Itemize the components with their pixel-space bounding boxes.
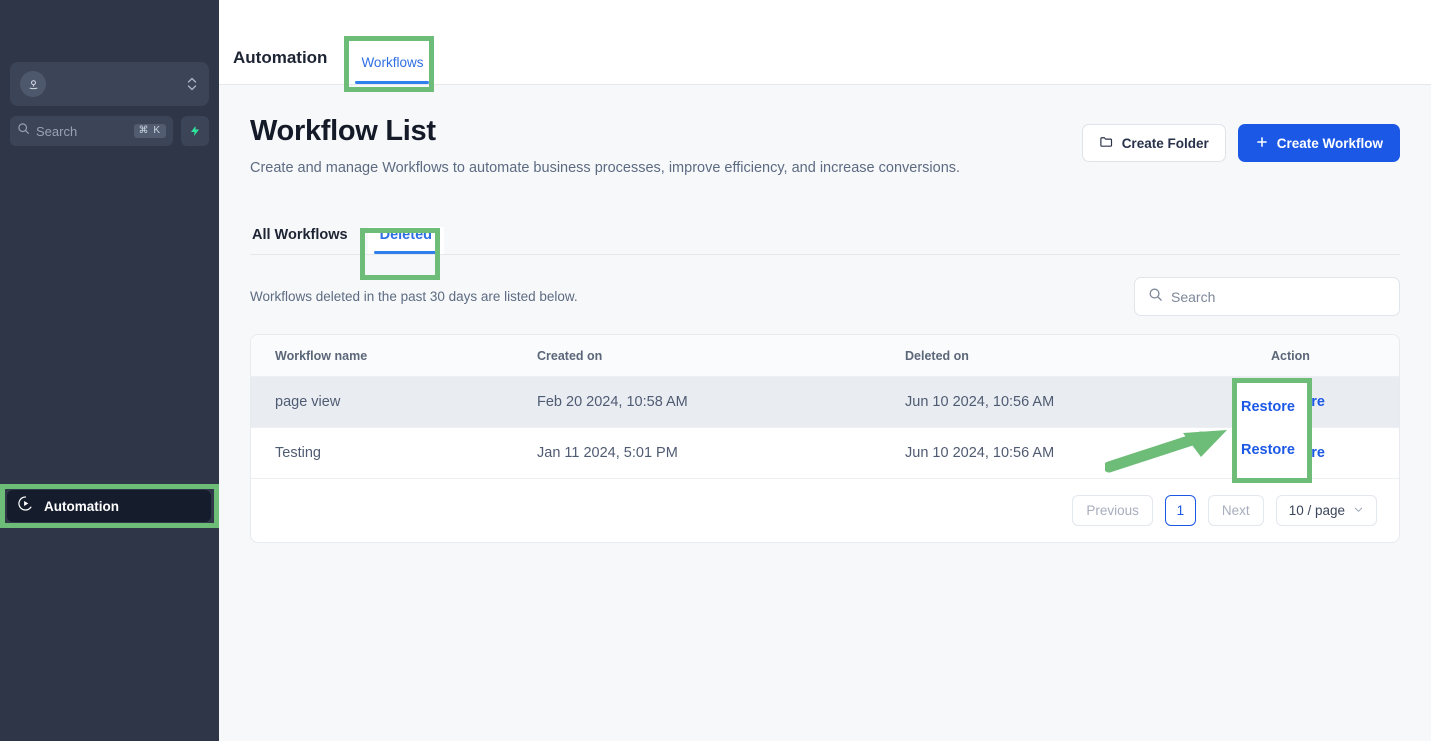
search-input[interactable]: Search ⌘ K: [10, 116, 173, 146]
page-number-1-button[interactable]: 1: [1164, 495, 1196, 527]
play-circle-icon: [17, 495, 34, 517]
lightning-bolt-icon[interactable]: [181, 116, 209, 146]
account-selector[interactable]: [10, 62, 209, 106]
cell-created-on: Jan 11 2024, 5:01 PM: [513, 427, 881, 480]
user-pin-icon: [20, 71, 46, 97]
table-body: page view Feb 20 2024, 10:58 AM Jun 10 2…: [251, 376, 1399, 480]
table-header-row: Workflow name Created on Deleted on Acti…: [251, 335, 1399, 378]
deleted-workflows-table: Workflow name Created on Deleted on Acti…: [251, 335, 1399, 480]
sidebar: Search ⌘ K Automation: [0, 0, 219, 741]
restore-link[interactable]: Restore: [1271, 394, 1325, 410]
page-section-title: Automation: [233, 48, 328, 67]
chevron-down-icon: [1353, 503, 1364, 518]
table-search-input[interactable]: Search: [1134, 277, 1400, 317]
page-size-label: 10 / page: [1288, 503, 1345, 519]
cell-action: Restore: [1247, 427, 1399, 480]
chevron-up-down-icon: [185, 76, 199, 92]
cell-workflow-name: page view: [251, 376, 513, 429]
cell-workflow-name: Testing: [251, 427, 513, 480]
search-placeholder: Search: [36, 123, 78, 139]
tab-all-workflows[interactable]: All Workflows: [250, 227, 350, 254]
search-icon: [1148, 287, 1163, 307]
page-size-select[interactable]: 10 / page: [1275, 495, 1377, 527]
tab-all-workflows-label: All Workflows: [252, 227, 348, 244]
cell-deleted-on: Jun 10 2024, 10:56 AM: [881, 376, 1247, 429]
table-head: Workflow name Created on Deleted on Acti…: [251, 335, 1399, 378]
workflow-table-card: Workflow name Created on Deleted on Acti…: [250, 334, 1400, 544]
create-folder-button[interactable]: Create Folder: [1081, 124, 1226, 162]
topbar: Automation Workflows: [219, 0, 1431, 85]
sidebar-item-automation[interactable]: Automation: [7, 490, 211, 522]
column-header-workflow-name: Workflow name: [251, 335, 513, 378]
main-area: Automation Workflows Workflow List Creat…: [219, 0, 1431, 741]
create-workflow-button[interactable]: Create Workflow: [1237, 124, 1400, 162]
table-search-placeholder: Search: [1171, 288, 1216, 305]
tab-workflows[interactable]: Workflows: [349, 55, 436, 84]
cell-created-on: Feb 20 2024, 10:58 AM: [513, 376, 881, 429]
page-subtitle: Create and manage Workflows to automate …: [250, 160, 961, 176]
folder-icon: [1099, 134, 1114, 152]
search-icon: [17, 122, 30, 140]
table-row[interactable]: page view Feb 20 2024, 10:58 AM Jun 10 2…: [251, 376, 1399, 429]
next-page-button[interactable]: Next: [1207, 495, 1264, 527]
sidebar-item-automation-wrap: Automation: [0, 484, 219, 528]
page-header-text: Workflow List Create and manage Workflow…: [250, 115, 960, 180]
deleted-note: Workflows deleted in the past 30 days ar…: [250, 289, 578, 305]
column-header-deleted-on: Deleted on: [881, 335, 1247, 378]
cell-action: Restore: [1247, 376, 1399, 429]
column-header-action: Action: [1247, 335, 1399, 378]
sidebar-search-row: Search ⌘ K: [10, 116, 209, 146]
subtabs: All Workflows Deleted: [250, 214, 1400, 256]
tab-workflows-label: Workflows: [361, 55, 424, 70]
pagination: Previous 1 Next 10 / page: [251, 479, 1399, 542]
tab-deleted[interactable]: Deleted: [367, 227, 444, 255]
page-title: Workflow List: [250, 115, 436, 147]
plus-icon: [1255, 135, 1269, 152]
page-header-actions: Create Folder Create Workflow: [1081, 115, 1400, 162]
app-root: Search ⌘ K Automation Automation Workflo…: [0, 0, 1431, 741]
create-folder-label: Create Folder: [1121, 135, 1209, 151]
content: Workflow List Create and manage Workflow…: [219, 85, 1431, 741]
filter-row: Workflows deleted in the past 30 days ar…: [250, 277, 1400, 317]
create-workflow-label: Create Workflow: [1276, 135, 1383, 151]
sidebar-item-automation-label: Automation: [44, 498, 119, 514]
cell-deleted-on: Jun 10 2024, 10:56 AM: [881, 427, 1247, 480]
previous-page-button[interactable]: Previous: [1072, 495, 1153, 527]
column-header-created-on: Created on: [513, 335, 881, 378]
tab-deleted-label: Deleted: [379, 227, 432, 244]
table-row[interactable]: Testing Jan 11 2024, 5:01 PM Jun 10 2024…: [251, 427, 1399, 480]
search-shortcut-badge: ⌘ K: [133, 124, 166, 138]
page-header: Workflow List Create and manage Workflow…: [250, 115, 1400, 180]
restore-link[interactable]: Restore: [1271, 445, 1325, 461]
